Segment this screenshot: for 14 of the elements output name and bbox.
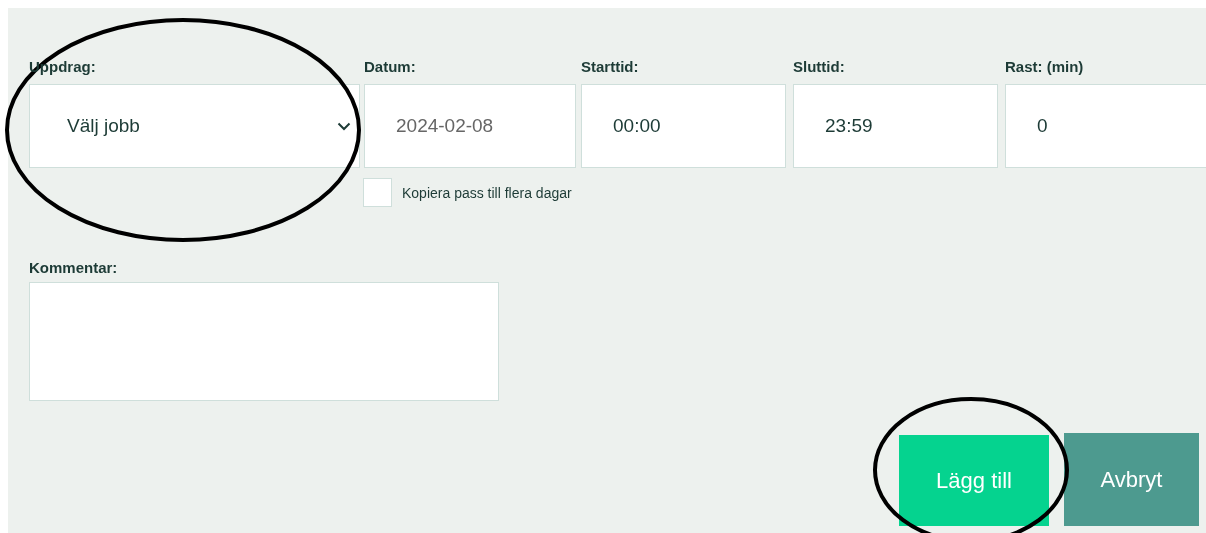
checkbox-label: Kopiera pass till flera dagar	[402, 184, 572, 201]
input-field[interactable]: 23:59	[793, 84, 998, 168]
field-label: Datum:	[364, 58, 417, 76]
dropdown-field[interactable]: Välj jobb	[29, 84, 360, 168]
field-label: Sluttid:	[793, 58, 846, 76]
checkbox[interactable]	[363, 178, 392, 207]
field-label: Rast: (min)	[1005, 58, 1085, 76]
comment-field[interactable]	[29, 282, 499, 401]
input-field[interactable]: 0	[1005, 84, 1206, 168]
chevron-down-icon	[337, 121, 351, 131]
input-field[interactable]: 2024-02-08	[364, 84, 576, 168]
input-field[interactable]: 00:00	[581, 84, 786, 168]
field-label: Kommentar:	[29, 259, 118, 277]
field-label: Starttid:	[581, 58, 640, 76]
